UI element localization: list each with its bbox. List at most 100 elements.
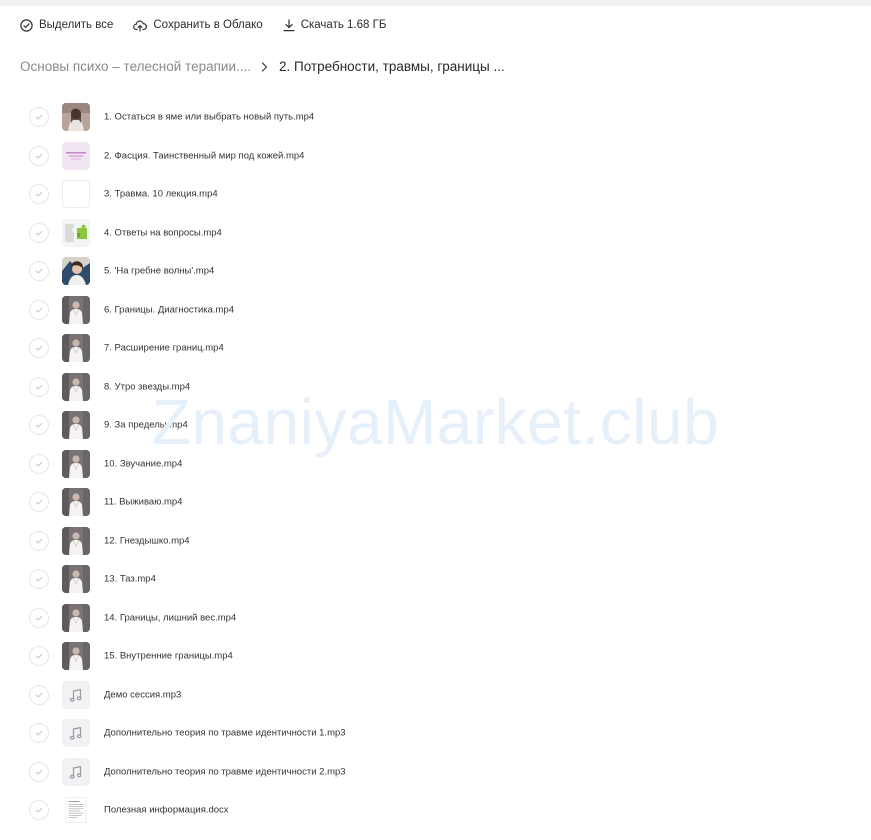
file-checkbox[interactable] [29, 299, 49, 320]
file-name[interactable]: Полезная информация.docx [104, 805, 229, 816]
file-checkbox[interactable] [29, 800, 49, 821]
check-icon [34, 189, 44, 199]
file-row[interactable]: 12. Гнездышко.mp4 [0, 522, 871, 561]
video-thumbnail [62, 565, 90, 594]
music-note-icon [62, 757, 90, 786]
file-name[interactable]: 5. 'На гребне волны'.mp4 [104, 266, 214, 277]
check-icon [34, 728, 44, 738]
file-row[interactable]: Дополнительно теория по травме идентично… [0, 753, 871, 792]
check-icon [34, 305, 44, 315]
file-row[interactable]: 13. Таз.mp4 [0, 560, 871, 599]
file-name[interactable]: 1. Остаться в яме или выбрать новый путь… [104, 112, 314, 123]
file-row[interactable]: 9. За пределы.mp4 [0, 406, 871, 445]
check-icon [34, 112, 44, 122]
file-name[interactable]: 8. Утро звезды.mp4 [104, 381, 190, 392]
file-name[interactable]: 15. Внутренние границы.mp4 [104, 651, 233, 662]
check-circle-icon [20, 18, 33, 32]
video-thumbnail [62, 642, 90, 671]
file-name[interactable]: 4. Ответы на вопросы.mp4 [104, 227, 222, 238]
file-checkbox[interactable] [29, 338, 49, 359]
file-checkbox[interactable] [29, 569, 49, 590]
file-name[interactable]: Дополнительно теория по травме идентично… [104, 766, 346, 777]
download-button[interactable]: Скачать 1.68 ГБ [283, 18, 387, 32]
file-row[interactable]: 8. Утро звезды.mp4 [0, 368, 871, 407]
file-row[interactable]: 5. 'На гребне волны'.mp4 [0, 252, 871, 291]
check-icon [34, 805, 44, 815]
file-name[interactable]: 10. Звучание.mp4 [104, 458, 182, 469]
file-checkbox[interactable] [29, 684, 49, 705]
save-to-cloud-button[interactable]: Сохранить в Облако [133, 19, 263, 32]
check-icon [34, 690, 44, 700]
video-thumbnail [62, 372, 90, 401]
breadcrumb-parent-link[interactable]: Основы психо – телесной терапии.... [20, 59, 251, 74]
file-row[interactable]: 6. Границы. Диагностика.mp4 [0, 291, 871, 330]
file-name[interactable]: 2. Фасция. Таинственный мир под кожей.mp… [104, 150, 304, 161]
video-thumbnail [62, 103, 90, 132]
file-checkbox[interactable] [29, 184, 49, 205]
file-row[interactable]: 1. Остаться в яме или выбрать новый путь… [0, 98, 871, 137]
video-thumbnail [62, 257, 90, 286]
file-checkbox[interactable] [29, 222, 49, 243]
file-name[interactable]: Дополнительно теория по травме идентично… [104, 728, 346, 739]
select-all-label: Выделить все [39, 19, 114, 31]
music-note-icon [62, 680, 90, 709]
file-checkbox[interactable] [29, 723, 49, 744]
cloud-upload-icon [133, 20, 148, 32]
file-name[interactable]: 13. Таз.mp4 [104, 574, 156, 585]
breadcrumb: Основы психо – телесной терапии.... 2. П… [20, 59, 505, 74]
file-row[interactable]: 2. Фасция. Таинственный мир под кожей.mp… [0, 137, 871, 176]
file-checkbox[interactable] [29, 761, 49, 782]
file-name[interactable]: 12. Гнездышко.mp4 [104, 535, 190, 546]
check-icon [34, 151, 44, 161]
file-name[interactable]: 11. Выживаю.mp4 [104, 497, 182, 508]
check-icon [34, 574, 44, 584]
file-row[interactable]: 4. Ответы на вопросы.mp4 [0, 214, 871, 253]
file-name[interactable]: 6. Границы. Диагностика.mp4 [104, 304, 234, 315]
video-thumbnail [62, 141, 90, 170]
file-checkbox[interactable] [29, 415, 49, 436]
file-row[interactable]: Демо сессия.mp3 [0, 676, 871, 715]
file-checkbox[interactable] [29, 646, 49, 667]
check-icon [34, 343, 44, 353]
file-name[interactable]: 14. Границы, лишний вес.mp4 [104, 612, 236, 623]
check-icon [34, 382, 44, 392]
video-thumbnail [62, 411, 90, 440]
video-thumbnail [62, 488, 90, 517]
video-thumbnail [62, 218, 90, 247]
file-checkbox[interactable] [29, 530, 49, 551]
file-checkbox[interactable] [29, 453, 49, 474]
file-checkbox[interactable] [29, 261, 49, 282]
download-icon [283, 18, 295, 31]
check-icon [34, 613, 44, 623]
check-icon [34, 536, 44, 546]
file-name[interactable]: 7. Расширение границ.mp4 [104, 343, 224, 354]
file-row[interactable]: 3. Травма. 10 лекция.mp4 [0, 175, 871, 214]
file-row[interactable]: 10. Звучание.mp4 [0, 445, 871, 484]
file-checkbox[interactable] [29, 492, 49, 513]
file-row[interactable]: 14. Границы, лишний вес.mp4 [0, 599, 871, 638]
file-row[interactable]: 15. Внутренние границы.mp4 [0, 637, 871, 676]
download-label: Скачать 1.68 ГБ [300, 19, 387, 31]
document-thumbnail [62, 796, 90, 825]
video-thumbnail [62, 603, 90, 632]
video-thumbnail [62, 295, 90, 324]
select-all-button[interactable]: Выделить все [20, 18, 114, 32]
file-row[interactable]: Полезная информация.docx [0, 791, 871, 830]
file-checkbox[interactable] [29, 107, 49, 128]
file-checkbox[interactable] [29, 607, 49, 628]
file-row[interactable]: 11. Выживаю.mp4 [0, 483, 871, 522]
file-name[interactable]: 3. Травма. 10 лекция.mp4 [104, 189, 218, 200]
file-row[interactable]: Дополнительно теория по травме идентично… [0, 714, 871, 753]
check-icon [34, 459, 44, 469]
video-thumbnail [62, 449, 90, 478]
check-icon [34, 266, 44, 276]
file-checkbox[interactable] [29, 145, 49, 166]
check-icon [34, 420, 44, 430]
file-list: 1. Остаться в яме или выбрать новый путь… [0, 98, 871, 830]
file-checkbox[interactable] [29, 376, 49, 397]
file-name[interactable]: 9. За пределы.mp4 [104, 420, 188, 431]
breadcrumb-current: 2. Потребности, травмы, границы ... [279, 59, 505, 74]
save-to-cloud-label: Сохранить в Облако [153, 19, 263, 31]
file-name[interactable]: Демо сессия.mp3 [104, 689, 181, 700]
file-row[interactable]: 7. Расширение границ.mp4 [0, 329, 871, 368]
